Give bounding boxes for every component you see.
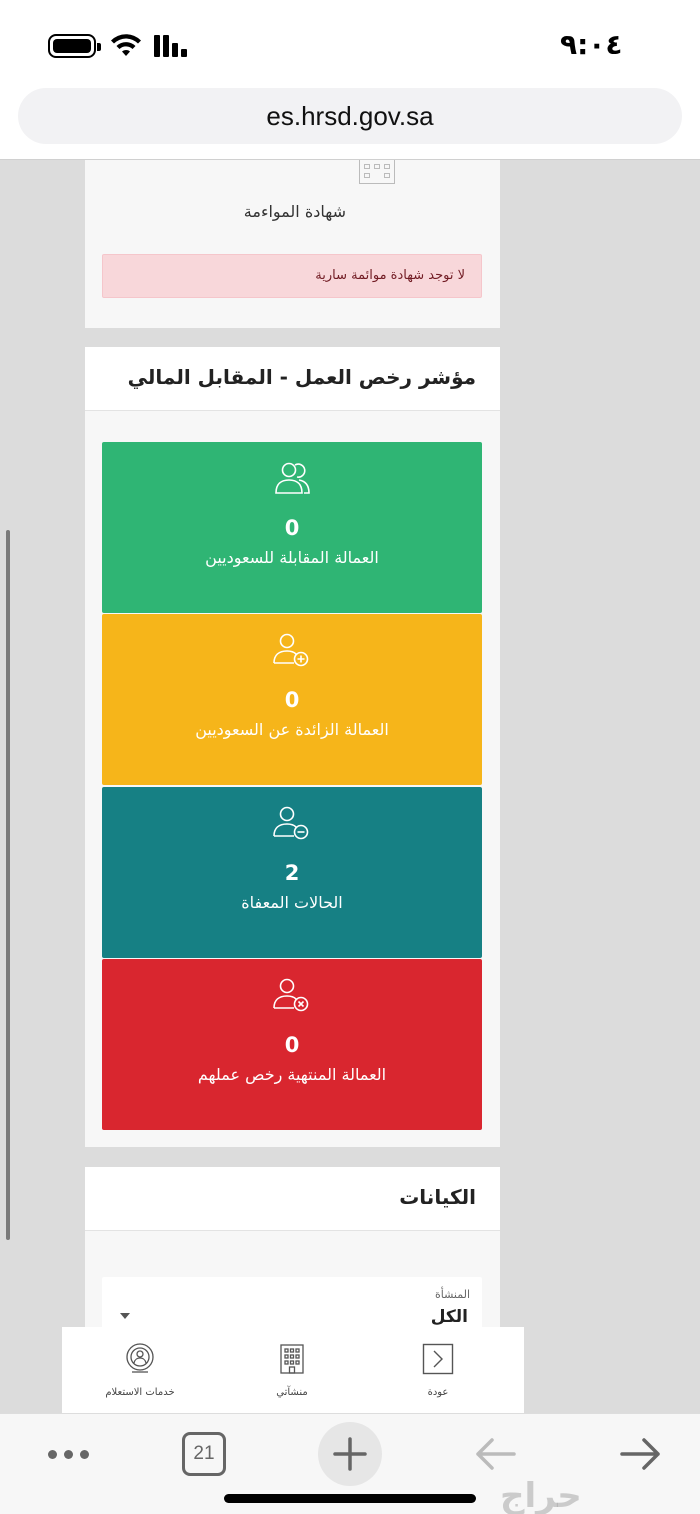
back-arrow-icon[interactable] bbox=[472, 1434, 518, 1474]
tile-label: العمالة المقابلة للسعوديين bbox=[205, 548, 379, 567]
entities-title: الكيانات bbox=[399, 1185, 476, 1209]
entities-card: الكيانات المنشأة الكل bbox=[85, 1167, 500, 1337]
select-value: الكل bbox=[430, 1307, 468, 1327]
nav-back-button[interactable]: عودة bbox=[378, 1327, 498, 1413]
clock: ٩:٠٤ bbox=[560, 28, 623, 61]
home-indicator[interactable] bbox=[224, 1494, 476, 1503]
nav-back-label: عودة bbox=[427, 1387, 449, 1398]
cellular-signal-icon bbox=[154, 35, 192, 57]
building-icon bbox=[359, 160, 395, 184]
user-x-icon bbox=[273, 978, 309, 1012]
app-bottom-nav: عودة منشآتي خدمات الاستعلام bbox=[62, 1327, 524, 1413]
tile-excess-workers[interactable]: 0 العمالة الزائدة عن السعوديين bbox=[102, 614, 482, 785]
nav-inquiry-services-label: خدمات الاستعلام bbox=[105, 1387, 175, 1398]
nav-my-establishments-button[interactable]: منشآتي bbox=[232, 1327, 352, 1413]
inquiry-services-icon bbox=[126, 1343, 154, 1373]
scroll-indicator[interactable] bbox=[6, 530, 10, 1240]
watermark: حراج bbox=[500, 1476, 582, 1514]
building-icon bbox=[280, 1344, 304, 1374]
address-bar-container: es.hrsd.gov.sa bbox=[0, 88, 700, 160]
tile-value: 0 bbox=[284, 516, 300, 540]
address-bar[interactable]: es.hrsd.gov.sa bbox=[18, 88, 682, 144]
tile-label: الحالات المعفاة bbox=[241, 893, 343, 912]
user-plus-icon bbox=[273, 633, 309, 667]
chevron-right-icon bbox=[422, 1343, 454, 1375]
new-tab-button[interactable] bbox=[318, 1422, 382, 1486]
certificate-alert: لا توجد شهادة موائمة سارية bbox=[102, 254, 482, 298]
nav-inquiry-services-button[interactable]: خدمات الاستعلام bbox=[80, 1327, 200, 1413]
entities-header: الكيانات bbox=[85, 1167, 500, 1231]
select-label: المنشأة bbox=[434, 1288, 470, 1301]
tile-value: 0 bbox=[284, 688, 300, 712]
plus-icon bbox=[333, 1437, 367, 1471]
tile-value: 0 bbox=[284, 1033, 300, 1057]
tabs-button[interactable]: 21 bbox=[182, 1432, 226, 1476]
status-bar: ٩:٠٤ bbox=[0, 0, 700, 88]
users-icon bbox=[275, 462, 310, 494]
forward-arrow-icon[interactable] bbox=[618, 1434, 664, 1474]
wifi-icon bbox=[111, 34, 141, 56]
certificate-title: شهادة المواءمة bbox=[243, 202, 346, 221]
browser-toolbar: 21 حراج bbox=[0, 1413, 700, 1514]
tile-label: العمالة الزائدة عن السعوديين bbox=[195, 720, 389, 739]
more-options-icon[interactable] bbox=[48, 1450, 92, 1460]
user-minus-icon bbox=[273, 806, 309, 840]
work-permits-card: مؤشر رخص العمل - المقابل المالي 0 العمال… bbox=[85, 347, 500, 1147]
nav-my-establishments-label: منشآتي bbox=[276, 1387, 308, 1398]
tile-expired-permits[interactable]: 0 العمالة المنتهية رخص عملهم bbox=[102, 959, 482, 1130]
screen: ٩:٠٤ es.hrsd.gov.sa شهادة المواءمة لا تو… bbox=[0, 0, 700, 1514]
certificate-card: شهادة المواءمة لا توجد شهادة موائمة ساري… bbox=[85, 160, 500, 328]
tile-matching-workers[interactable]: 0 العمالة المقابلة للسعوديين bbox=[102, 442, 482, 613]
tile-value: 2 bbox=[284, 861, 300, 885]
tile-exempt-cases[interactable]: 2 الحالات المعفاة bbox=[102, 787, 482, 958]
chevron-down-icon bbox=[120, 1313, 130, 1319]
work-permits-header: مؤشر رخص العمل - المقابل المالي bbox=[85, 347, 500, 411]
work-permits-title: مؤشر رخص العمل - المقابل المالي bbox=[127, 365, 476, 389]
tile-label: العمالة المنتهية رخص عملهم bbox=[197, 1065, 387, 1084]
battery-icon bbox=[48, 34, 101, 58]
